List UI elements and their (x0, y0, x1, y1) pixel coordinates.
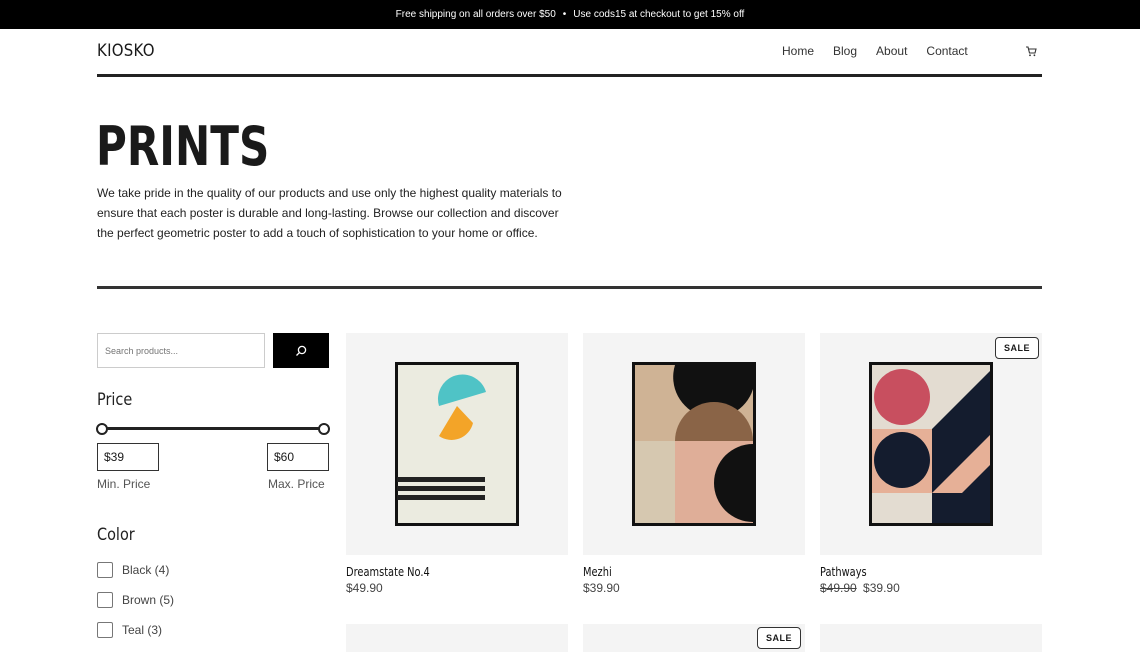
color-checkbox[interactable] (97, 562, 113, 578)
product-image[interactable]: SALE (820, 333, 1042, 555)
color-option-black[interactable]: Black (4) (97, 562, 169, 578)
price-slider-min-handle[interactable] (96, 423, 108, 435)
product-price: $49.90 (346, 581, 568, 595)
announcement-separator: • (562, 9, 567, 20)
nav-blog[interactable]: Blog (833, 44, 857, 58)
cart-icon[interactable] (1025, 45, 1037, 57)
search-button[interactable] (273, 333, 329, 368)
poster-pathways (869, 362, 993, 526)
product-current-price: $49.90 (346, 581, 383, 595)
color-option-label: Teal (3) (122, 623, 163, 637)
search-icon (296, 345, 307, 356)
product-price: $49.90 $39.90 (820, 581, 1042, 595)
price-slider-max-handle[interactable] (318, 423, 330, 435)
price-filter-title: Price (97, 390, 133, 410)
search-input[interactable] (97, 333, 265, 368)
product-card-partial[interactable] (346, 624, 568, 652)
product-name[interactable]: Pathways (820, 565, 1002, 579)
product-card-pathways[interactable]: SALE Pathways $49.90 $39.90 (820, 333, 1042, 595)
product-original-price: $49.90 (820, 581, 857, 595)
min-price-label: Min. Price (97, 477, 151, 491)
color-checkbox[interactable] (97, 622, 113, 638)
nav-home[interactable]: Home (782, 44, 814, 58)
product-price: $39.90 (583, 581, 805, 595)
color-option-teal[interactable]: Teal (3) (97, 622, 162, 638)
poster-dreamstate (395, 362, 519, 526)
product-current-price: $39.90 (863, 581, 900, 595)
main-nav: Home Blog About Contact (782, 44, 987, 58)
color-option-label: Black (4) (122, 563, 170, 577)
product-name[interactable]: Mezhi (583, 565, 765, 579)
sale-badge: SALE (994, 337, 1039, 359)
product-image[interactable] (346, 333, 568, 555)
color-filter-title: Color (97, 525, 135, 545)
color-option-label: Brown (5) (122, 593, 175, 607)
product-card-dreamstate[interactable]: Dreamstate No.4 $49.90 (346, 333, 568, 595)
product-current-price: $39.90 (583, 581, 620, 595)
min-price-input[interactable]: $39 (97, 443, 159, 471)
announcement-bar: Free shipping on all orders over $50 • U… (0, 0, 1140, 29)
price-slider-track[interactable] (102, 427, 324, 430)
site-logo[interactable]: KIOSKO (97, 41, 155, 61)
page-title: PRINTS (96, 115, 270, 178)
max-price-label: Max. Price (268, 477, 325, 491)
product-card-partial[interactable] (820, 624, 1042, 652)
hero-divider (97, 286, 1042, 289)
product-image[interactable] (583, 333, 805, 555)
announcement-discount: Use cods15 at checkout to get 15% off (573, 9, 745, 20)
sale-badge: SALE (756, 627, 801, 649)
product-name[interactable]: Dreamstate No.4 (346, 565, 528, 579)
color-checkbox[interactable] (97, 592, 113, 608)
poster-mezhi (632, 362, 756, 526)
max-price-input[interactable]: $60 (267, 443, 329, 471)
announcement-shipping: Free shipping on all orders over $50 (395, 9, 556, 20)
nav-about[interactable]: About (876, 44, 907, 58)
header-divider (97, 74, 1042, 77)
nav-contact[interactable]: Contact (926, 44, 967, 58)
page-description: We take pride in the quality of our prod… (97, 186, 562, 240)
product-card-partial[interactable]: SALE (583, 624, 805, 652)
product-card-mezhi[interactable]: Mezhi $39.90 (583, 333, 805, 595)
color-option-brown[interactable]: Brown (5) (97, 592, 174, 608)
